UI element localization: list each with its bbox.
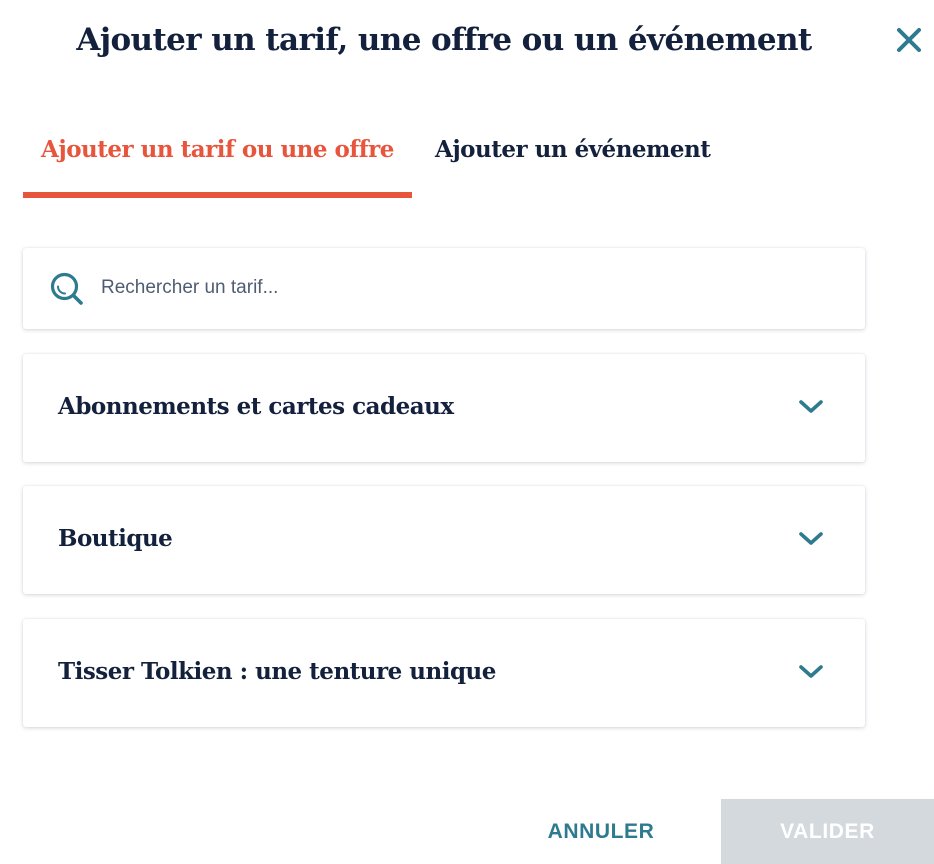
search-box <box>23 248 865 329</box>
category-label: Abonnements et cartes cadeaux <box>58 393 454 420</box>
category-accordion-tolkien[interactable]: Tisser Tolkien : une tenture unique <box>23 619 865 727</box>
tab-add-price-or-offer[interactable]: Ajouter un tarif ou une offre <box>23 120 412 198</box>
category-accordion-shop[interactable]: Boutique <box>23 486 865 594</box>
category-label: Boutique <box>58 525 173 552</box>
search-input[interactable] <box>101 268 841 308</box>
tab-add-event[interactable]: Ajouter un événement <box>435 120 711 198</box>
dialog-title: Ajouter un tarif, une offre ou un événem… <box>76 22 812 58</box>
search-icon <box>50 272 83 305</box>
cancel-button[interactable]: ANNULER <box>520 800 682 864</box>
chevron-down-icon <box>799 665 823 678</box>
validate-button[interactable]: VALIDER <box>721 799 934 864</box>
close-icon <box>897 28 921 52</box>
category-accordion-subscriptions[interactable]: Abonnements et cartes cadeaux <box>23 354 865 462</box>
category-label: Tisser Tolkien : une tenture unique <box>58 658 496 685</box>
chevron-down-icon <box>799 400 823 413</box>
close-button[interactable] <box>893 24 925 56</box>
chevron-down-icon <box>799 532 823 545</box>
